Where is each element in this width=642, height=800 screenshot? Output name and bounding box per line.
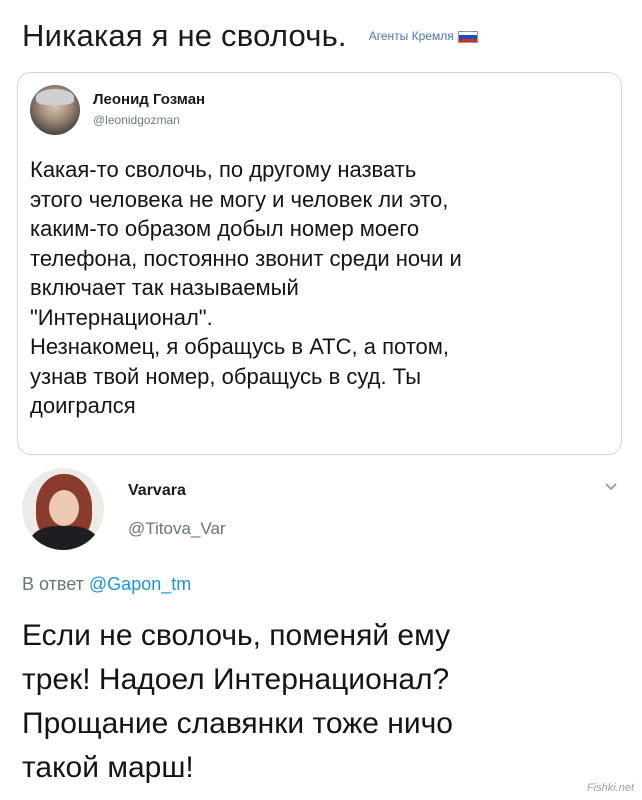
reply-author-handle[interactable]: @Titova_Var [128, 519, 226, 539]
quoted-author-name[interactable]: Леонид Гозман [93, 91, 205, 108]
russian-flag-icon [457, 31, 478, 43]
quoted-tweet-text: Какая-то сволочь, по другому назвать это… [30, 157, 462, 418]
avatar[interactable] [22, 468, 104, 550]
reply-author-name[interactable]: Varvara [128, 482, 186, 500]
category-tag[interactable]: Агенты Кремля [369, 29, 478, 43]
quoted-author-handle[interactable]: @leonidgozman [93, 113, 180, 127]
category-tag-label: Агенты Кремля [368, 29, 454, 43]
avatar[interactable] [30, 85, 80, 135]
reply-tweet-text: Если не сволочь, поменяй ему трек! Надое… [22, 619, 453, 784]
reply-prefix: В ответ [22, 574, 84, 594]
reply-mention-link[interactable]: @Gapon_tm [89, 574, 191, 594]
watermark: Fishki.net [586, 782, 634, 794]
quoted-tweet-card[interactable]: Леонид Гозман @leonidgozman Какая-то сво… [17, 72, 622, 455]
reply-context: В ответ @Gapon_tm [22, 574, 191, 595]
post-header: Никакая я не сволочь. Агенты Кремля [22, 16, 632, 56]
chevron-down-icon[interactable] [604, 480, 618, 494]
post-title: Никакая я не сволочь. [22, 18, 347, 53]
